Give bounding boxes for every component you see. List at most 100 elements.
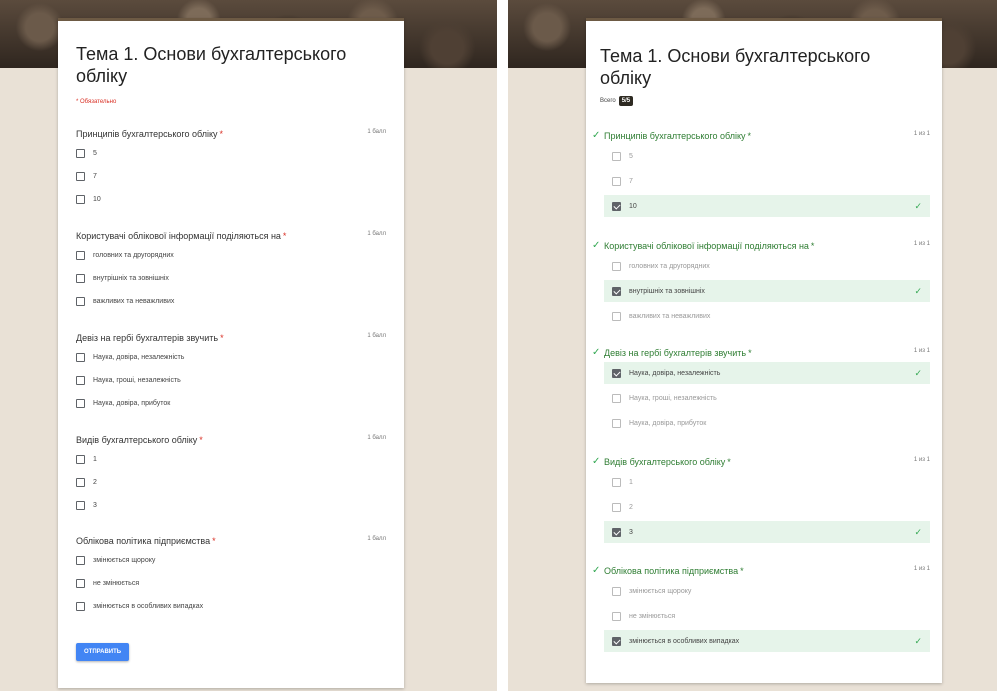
checkbox-icon [612,151,621,161]
option-checkbox: головних та другорядних [604,255,930,277]
check-icon: ✓ [914,367,922,378]
check-icon: ✓ [914,526,922,537]
checkbox-icon[interactable] [76,171,85,181]
option-checkbox: Наука, довіра, прибуток [604,412,930,434]
option-checkbox: 1 [604,471,930,493]
question-points: 1 из 1 [913,457,930,463]
checkbox-icon [612,261,621,271]
checkbox-icon[interactable] [76,454,85,464]
option-checkbox: 2 [604,496,930,518]
question-points: 1 из 1 [913,241,930,247]
checkbox-icon[interactable] [76,555,85,565]
checkbox-icon [612,586,621,596]
submit-button[interactable]: ОТПРАВИТЬ [76,643,130,661]
option-checkbox[interactable]: Наука, довіра, незалежність [76,346,376,368]
option-checkbox[interactable]: 1 [76,448,376,470]
option-checkbox: змінюється щороку [604,580,930,602]
option-checkbox[interactable]: 7 [76,165,376,187]
question-title: Користувачі облікової інформації поділяю… [76,231,287,241]
form-title: Тема 1. Основи бухгалтерського обліку [600,46,871,88]
option-checkbox: 5 [604,145,930,167]
checkbox-icon[interactable] [76,601,85,611]
question-points: 1 из 1 [913,348,930,354]
option-checkbox: Наука, гроші, незалежність [604,387,930,409]
question-title: Принципів бухгалтерського обліку * [604,131,752,141]
question-title: Девіз на гербі бухгалтерів звучить * [76,333,224,343]
check-icon: ✓ [914,635,922,646]
checkbox-checked-icon [612,527,621,537]
score-badge: 5/5 [618,96,634,106]
checkbox-icon[interactable] [76,194,85,204]
checkbox-icon [612,418,621,428]
option-checkbox[interactable]: змінюється щороку [76,549,376,571]
option-checkbox[interactable]: Наука, довіра, прибуток [76,392,376,414]
option-checkbox[interactable]: важливих та неважливих [76,290,376,312]
question-title: Користувачі облікової інформації поділяю… [604,241,815,251]
check-icon: ✓ [592,240,601,251]
checkbox-icon[interactable] [76,296,85,306]
option-checkbox-correct: змінюється в особливих випадках ✓ [604,630,930,652]
checkbox-icon [612,176,621,186]
option-checkbox[interactable]: головних та другорядних [76,244,376,266]
checkbox-icon [612,502,621,512]
option-checkbox[interactable]: 3 [76,494,376,516]
checkbox-icon[interactable] [76,375,85,385]
checkbox-checked-icon [612,368,621,378]
question-points: 1 балл [367,435,386,441]
question-points: 1 из 1 [913,131,930,137]
option-checkbox[interactable]: внутрішніх та зовнішніх [76,267,376,289]
check-icon: ✓ [592,456,601,467]
question-title: Облікова політика підприємства * [76,536,216,546]
checkbox-checked-icon [612,636,621,646]
graded-form-panel: Тема 1. Основи бухгалтерського обліку Вс… [508,0,997,691]
option-checkbox[interactable]: не змінюється [76,572,376,594]
checkbox-checked-icon [612,286,621,296]
check-icon: ✓ [592,130,601,141]
results-card: Тема 1. Основи бухгалтерського обліку Вс… [586,18,942,683]
checkbox-icon[interactable] [76,398,85,408]
checkbox-icon[interactable] [76,148,85,158]
question-points: 1 балл [367,231,386,237]
checkbox-icon[interactable] [76,578,85,588]
form-title: Тема 1. Основи бухгалтерського обліку [76,44,347,86]
checkbox-icon[interactable] [76,250,85,260]
option-checkbox[interactable]: змінюється в особливих випадках [76,595,376,617]
question-points: 1 балл [367,536,386,542]
question-title: Видів бухгалтерського обліку * [604,457,731,467]
question-points: 1 из 1 [913,566,930,572]
option-checkbox: важливих та неважливих [604,305,930,327]
checkbox-icon [612,611,621,621]
option-checkbox[interactable]: 2 [76,471,376,493]
option-checkbox[interactable]: 5 [76,142,376,164]
option-checkbox: 7 [604,170,930,192]
option-checkbox-correct: внутрішніх та зовнішніх ✓ [604,280,930,302]
question-title: Облікова політика підприємства * [604,566,744,576]
option-checkbox: не змінюється [604,605,930,627]
check-icon: ✓ [592,347,601,358]
form-card: Тема 1. Основи бухгалтерського обліку * … [58,18,404,688]
checkbox-icon[interactable] [76,500,85,510]
option-checkbox[interactable]: 10 [76,188,376,210]
total-score: Всего 5/5 [600,96,634,106]
checkbox-icon[interactable] [76,352,85,362]
question-points: 1 балл [367,129,386,135]
option-checkbox[interactable]: Наука, гроші, незалежність [76,369,376,391]
checkbox-icon[interactable] [76,273,85,283]
checkbox-icon[interactable] [76,477,85,487]
checkbox-icon [612,393,621,403]
checkbox-icon [612,311,621,321]
option-checkbox-correct: Наука, довіра, незалежність ✓ [604,362,930,384]
option-checkbox-correct: 3 ✓ [604,521,930,543]
question-title: Девіз на гербі бухгалтерів звучить * [604,348,752,358]
checkbox-checked-icon [612,201,621,211]
option-checkbox-correct: 10 ✓ [604,195,930,217]
checkbox-icon [612,477,621,487]
check-icon: ✓ [914,285,922,296]
required-note: * Обязательно [76,99,117,105]
question-title: Видів бухгалтерського обліку * [76,435,203,445]
question-title: Принципів бухгалтерського обліку * [76,129,224,139]
question-points: 1 балл [367,333,386,339]
check-icon: ✓ [592,565,601,576]
blank-form-panel: Тема 1. Основи бухгалтерського обліку * … [0,0,497,691]
check-icon: ✓ [914,200,922,211]
